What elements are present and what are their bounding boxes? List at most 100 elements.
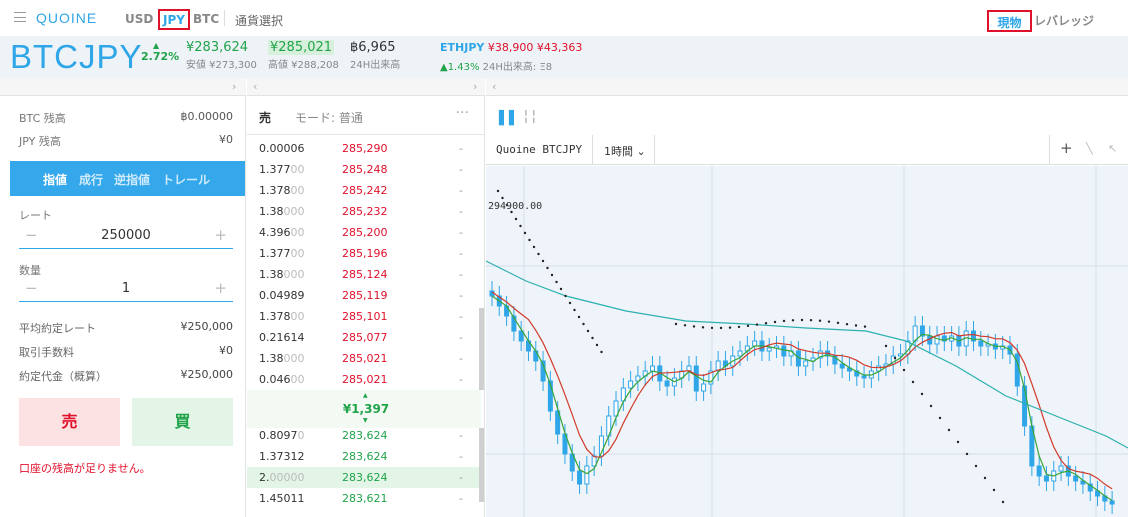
rate-input[interactable]: − 250000 + xyxy=(19,223,233,249)
menu-icon[interactable] xyxy=(14,12,26,22)
order-price: 283,624 xyxy=(342,429,388,442)
other-pair-name: ETHJPY xyxy=(440,41,485,54)
interval-select[interactable]: 1時間 ⌄ xyxy=(604,143,646,159)
ask-row[interactable]: 1.37800 285,101 - xyxy=(247,306,481,327)
sar-dot xyxy=(532,245,536,249)
order-amount-digits: 0.046 xyxy=(259,373,291,386)
order-dash: - xyxy=(459,184,463,197)
candle-body xyxy=(861,375,867,379)
tab-trailing[interactable]: トレール xyxy=(162,171,210,188)
quantity-value[interactable]: 1 xyxy=(19,281,233,296)
order-amount-pad: 00 xyxy=(290,310,305,323)
currency-usd[interactable]: USD xyxy=(125,12,153,26)
order-amount-pad: 00 xyxy=(290,247,305,260)
ask-scrollbar[interactable] xyxy=(479,308,484,390)
sar-dot xyxy=(600,350,603,354)
sell-button[interactable]: 売 xyxy=(19,398,120,446)
ask-row[interactable]: 0.04989 285,119 - xyxy=(247,285,481,306)
order-price: 283,624 xyxy=(342,471,388,484)
chevron-left-icon[interactable]: ‹ xyxy=(253,80,257,93)
ask-row[interactable]: 4.39600 285,200 - xyxy=(247,222,481,243)
rate-value[interactable]: 250000 xyxy=(19,228,233,243)
tab-market[interactable]: 成行 xyxy=(79,171,103,188)
sar-dot xyxy=(559,287,563,291)
order-amount-pad: 000 xyxy=(283,268,305,281)
order-price: 285,200 xyxy=(342,226,388,239)
mode-leverage-tab[interactable]: レバレッジ xyxy=(1034,10,1094,32)
candle-body xyxy=(1043,475,1049,482)
currency-select-link[interactable]: 通貨選択 xyxy=(235,12,283,29)
chevron-right-icon[interactable]: › xyxy=(473,80,477,93)
book-side-label[interactable]: 売 xyxy=(259,109,271,126)
bid-row[interactable]: 1.45011 283,621 - xyxy=(247,488,481,509)
other-pair-bid: ¥38,900 xyxy=(487,41,534,54)
ask-row[interactable]: 1.38000 285,232 - xyxy=(247,201,481,222)
order-amount: 1.38000 xyxy=(259,352,305,365)
bid-scrollbar[interactable] xyxy=(479,428,484,502)
more-options-icon[interactable]: ··· xyxy=(456,105,469,121)
order-amount: 2.00000 xyxy=(259,471,305,484)
order-amount: 0.00006 xyxy=(259,142,305,155)
ask-row[interactable]: 1.37800 285,242 - xyxy=(247,180,481,201)
bar-chart-icon[interactable]: ▌▌ xyxy=(499,111,519,126)
order-price: 285,101 xyxy=(342,310,388,323)
fee-label: 取引手数料 xyxy=(19,346,74,359)
sar-dot xyxy=(1001,500,1005,504)
depth-chart-icon[interactable]: ╎╎ xyxy=(522,110,538,125)
candle-body xyxy=(577,470,583,485)
tab-limit[interactable]: 指値 xyxy=(43,171,67,188)
price-chart-svg[interactable] xyxy=(486,166,1128,517)
order-price: 285,119 xyxy=(342,289,388,302)
trend-line-icon[interactable]: ╲ xyxy=(1086,142,1093,155)
candle-body xyxy=(1036,465,1042,477)
quantity-increment-button[interactable]: + xyxy=(214,279,227,297)
sar-dot xyxy=(920,392,924,396)
order-dash: - xyxy=(459,247,463,260)
sar-dot xyxy=(956,440,960,444)
ask-row[interactable]: 0.04600 285,021 - xyxy=(247,369,481,390)
bid-row[interactable]: 0.80970 283,624 - xyxy=(247,425,481,446)
other-pair-ticker[interactable]: ETHJPY ¥38,900 ¥43,363 ▲1.43% 24H出来高: Ξ8 xyxy=(440,41,582,73)
ask-row[interactable]: 1.37700 285,248 - xyxy=(247,159,481,180)
sar-dot xyxy=(528,238,531,242)
best-ask-value: ¥285,021 xyxy=(268,40,335,55)
order-price: 285,290 xyxy=(342,142,388,155)
book-mode-label[interactable]: モード: 普通 xyxy=(295,109,363,126)
chart-symbol: Quoine BTCJPY xyxy=(496,143,583,156)
other-pair-ask: ¥43,363 xyxy=(536,41,583,54)
ask-row[interactable]: 0.00006 285,290 - xyxy=(247,138,481,159)
change-percent: 2.72% xyxy=(141,50,180,63)
chevron-right-icon[interactable]: › xyxy=(232,80,236,93)
candle-body xyxy=(839,363,845,369)
crosshair-icon[interactable]: + xyxy=(1060,139,1073,157)
bid-row[interactable]: 2.00000 283,624 - xyxy=(247,467,481,488)
divider xyxy=(654,135,655,165)
ask-row[interactable]: 1.38000 285,021 - xyxy=(247,348,481,369)
price-chart[interactable]: 294900.00 xyxy=(486,166,1128,517)
rate-increment-button[interactable]: + xyxy=(214,226,227,244)
high-label: 高値 ¥288,208 xyxy=(268,60,339,71)
avg-rate-row: 平均約定レート ¥250,000 xyxy=(19,320,233,336)
currency-btc[interactable]: BTC xyxy=(193,12,219,26)
order-amount-digits: 1.378 xyxy=(259,310,291,323)
buy-button[interactable]: 買 xyxy=(132,398,233,446)
candle-body xyxy=(781,345,787,357)
bid-row[interactable]: 1.37312 283,624 - xyxy=(247,446,481,467)
sar-dot xyxy=(496,189,500,193)
change-up-icon: ▲ xyxy=(153,41,160,50)
order-dash: - xyxy=(459,492,463,505)
mode-spot-tab[interactable]: 現物 xyxy=(987,10,1032,32)
logo[interactable]: QUOINE xyxy=(36,10,97,26)
ask-row[interactable]: 1.38000 285,124 - xyxy=(247,264,481,285)
sar-dot xyxy=(974,464,978,468)
order-dash: - xyxy=(459,226,463,239)
ray-icon[interactable]: ↖ xyxy=(1108,142,1117,155)
tab-stop[interactable]: 逆指値 xyxy=(114,171,150,188)
quantity-input[interactable]: − 1 + xyxy=(19,276,233,302)
ask-row[interactable]: 1.37700 285,196 - xyxy=(247,243,481,264)
ask-row[interactable]: 0.21614 285,077 - xyxy=(247,327,481,348)
order-dash: - xyxy=(459,142,463,155)
order-dash: - xyxy=(459,429,463,442)
chevron-left-icon[interactable]: ‹ xyxy=(492,80,496,93)
currency-jpy[interactable]: JPY xyxy=(158,9,190,30)
